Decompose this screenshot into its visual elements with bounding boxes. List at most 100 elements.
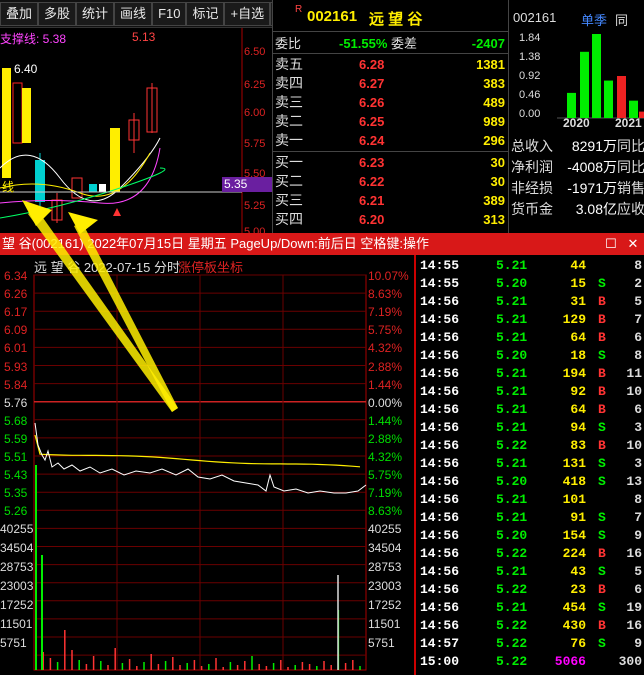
tick-volume: 31 bbox=[570, 294, 586, 309]
tick-time: 14:56 bbox=[420, 384, 460, 399]
tick-time: 14:57 bbox=[420, 636, 460, 651]
percent-axis-tick: 10.07% bbox=[368, 269, 409, 283]
fin-value: -1971万 bbox=[567, 180, 617, 196]
tick-volume: 194 bbox=[562, 366, 586, 381]
fin-bar bbox=[592, 34, 601, 118]
tick-price: 5.22 bbox=[496, 654, 528, 669]
tick-row: 14:56 5.21 43 S 5 bbox=[416, 563, 644, 581]
tick-time: 14:56 bbox=[420, 294, 460, 309]
maximize-icon[interactable]: ☐ bbox=[604, 233, 618, 255]
volume-axis-tick: 17252 bbox=[368, 598, 402, 613]
tick-time: 14:56 bbox=[420, 348, 460, 363]
volume-axis-tick: 17252 bbox=[0, 598, 34, 613]
tick-price: 5.21 bbox=[496, 600, 528, 615]
order-price: 6.26 bbox=[359, 95, 385, 110]
tick-row: 14:56 5.22 83 B 10 bbox=[416, 437, 644, 455]
fin-label: 货币金 bbox=[511, 201, 553, 217]
tick-row: 14:56 5.21 91 S 7 bbox=[416, 509, 644, 527]
tick-row: 14:56 5.20 18 S 8 bbox=[416, 347, 644, 365]
overlay-button[interactable]: 叠加 bbox=[0, 2, 39, 26]
tick-side: S bbox=[598, 600, 606, 615]
tick-row: 14:56 5.21 454 S 19 bbox=[416, 599, 644, 617]
tick-price: 5.21 bbox=[496, 294, 528, 309]
percent-axis-tick: 8.63% bbox=[368, 287, 403, 302]
multi-stock-button[interactable]: 多股 bbox=[38, 2, 77, 26]
f10-button[interactable]: F10 bbox=[152, 2, 187, 26]
volume-axis-tick: 40255 bbox=[0, 522, 34, 537]
tick-price: 5.21 bbox=[496, 384, 528, 399]
order-price: 6.24 bbox=[359, 133, 385, 148]
price-axis-tick: 5.84 bbox=[4, 377, 28, 392]
tick-price: 5.22 bbox=[496, 438, 528, 453]
mark-price-label: 5.13 bbox=[132, 30, 156, 44]
year-label-2020: 2020 bbox=[563, 116, 590, 130]
volume-axis-tick: 28753 bbox=[368, 560, 402, 575]
percent-axis-tick: 8.63% bbox=[368, 504, 403, 519]
order-volume: 313 bbox=[483, 212, 505, 227]
stats-button[interactable]: 统计 bbox=[76, 2, 115, 26]
tick-volume: 15 bbox=[570, 276, 586, 291]
fin-label: 非经损 bbox=[511, 180, 553, 196]
order-level: 卖一 bbox=[275, 132, 303, 148]
tab-yoy[interactable]: 同 bbox=[615, 10, 628, 29]
volume-axis-tick: 11501 bbox=[0, 617, 33, 632]
kline-chart[interactable]: 支撑线: 5.38 6.40 5.13 线 6.50 6.25 6.00 5.7… bbox=[0, 28, 272, 240]
fin-row: 总收入 8291万 同比 bbox=[509, 136, 644, 156]
tick-volume: 44 bbox=[570, 258, 586, 273]
order-level: 买三 bbox=[275, 192, 303, 208]
order-price: 6.27 bbox=[359, 76, 385, 91]
tick-side: S bbox=[598, 348, 606, 363]
intraday-chart[interactable]: 远 望 谷 2022-07-15 分时 涨停板坐标 6.34 6.26 6.17 6.… bbox=[0, 255, 414, 675]
support-line-label: 支撑线: 5.38 bbox=[0, 32, 67, 46]
chart-title: 远 望 谷 2022-07-15 分时 bbox=[34, 260, 180, 275]
tick-row: 14:56 5.20 154 S 9 bbox=[416, 527, 644, 545]
tick-volume: 76 bbox=[570, 636, 586, 651]
tab-quarterly[interactable]: 单季 bbox=[581, 10, 607, 29]
tick-count: 9 bbox=[634, 636, 642, 651]
tick-count: 16 bbox=[626, 618, 642, 633]
tick-volume: 129 bbox=[562, 312, 586, 327]
tick-volume: 131 bbox=[562, 456, 586, 471]
tick-row: 14:56 5.21 92 B 10 bbox=[416, 383, 644, 401]
window-title: 望 谷(002161) 2022年07月15日 星期五 PageUp/Down:… bbox=[2, 236, 429, 251]
weibi-value: -51.55% bbox=[339, 36, 388, 51]
tick-count: 6 bbox=[634, 582, 642, 597]
price-axis-tick: 6.00 bbox=[244, 107, 266, 119]
intraday-window: 望 谷(002161) 2022年07月15日 星期五 PageUp/Down:… bbox=[0, 233, 644, 675]
mark-button[interactable]: 标记 bbox=[186, 2, 225, 26]
tick-side: S bbox=[598, 636, 606, 651]
order-level: 卖三 bbox=[275, 94, 303, 110]
tick-count: 6 bbox=[634, 330, 642, 345]
add-favorite-button[interactable]: +自选 bbox=[224, 2, 271, 26]
tick-row: 14:56 5.22 23 B 6 bbox=[416, 581, 644, 599]
tick-count: 10 bbox=[626, 438, 642, 453]
tick-row: 14:56 5.22 224 B 16 bbox=[416, 545, 644, 563]
tick-time: 14:56 bbox=[420, 456, 460, 471]
order-level: 买二 bbox=[275, 173, 303, 189]
tick-time: 14:56 bbox=[420, 420, 460, 435]
intraday-window-titlebar[interactable]: 望 谷(002161) 2022年07月15日 星期五 PageUp/Down:… bbox=[0, 233, 644, 255]
tick-price: 5.22 bbox=[496, 582, 528, 597]
tick-time: 14:56 bbox=[420, 474, 460, 489]
tick-count: 7 bbox=[634, 312, 642, 327]
close-icon[interactable]: ✕ bbox=[626, 233, 640, 255]
buy-row: 买三 6.21 389 bbox=[273, 191, 508, 210]
chart-subtitle: 涨停板坐标 bbox=[178, 260, 244, 275]
tick-time: 14:56 bbox=[420, 510, 460, 525]
draw-line-button[interactable]: 画线 bbox=[114, 2, 153, 26]
tick-count: 19 bbox=[626, 600, 642, 615]
order-level: 买四 bbox=[275, 211, 303, 227]
fin-suffix: 应收 bbox=[617, 201, 644, 217]
price-axis-tick: 5.68 bbox=[4, 413, 28, 428]
tick-side: B bbox=[598, 546, 606, 561]
tick-volume: 154 bbox=[562, 528, 586, 543]
price-axis-tick: 6.17 bbox=[4, 305, 28, 320]
tick-list[interactable]: 14:55 5.21 44 8 14:55 5.20 15 S 2 14:56 5.21 31 B 5 14… bbox=[414, 255, 644, 675]
fin-row: 净利润 -4008万 同比 bbox=[509, 157, 644, 177]
volume-axis-tick: 34504 bbox=[0, 541, 34, 556]
tick-side: B bbox=[598, 402, 606, 417]
fin-row: 非经损 -1971万 销售 bbox=[509, 178, 644, 198]
order-volume: 30 bbox=[490, 155, 505, 170]
window-controls: ☐ ✕ bbox=[604, 233, 640, 255]
fin-value: 8291万 bbox=[571, 138, 617, 154]
